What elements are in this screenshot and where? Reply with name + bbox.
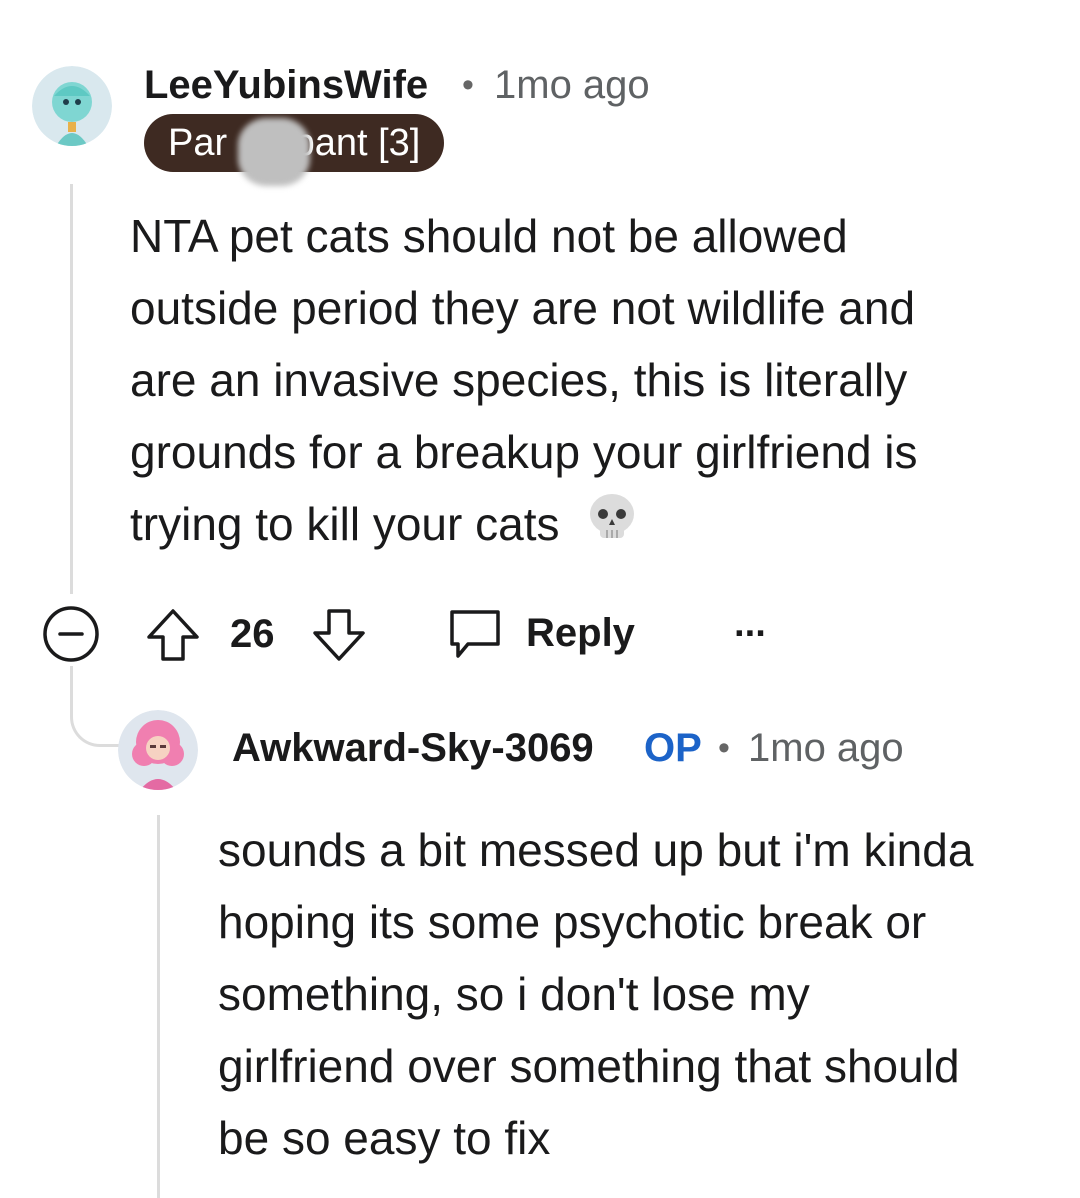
flair-text-left: Par [168,122,228,164]
comment-author[interactable]: LeeYubinsWife [144,63,428,108]
comment-line-4: grounds for a breakup your girlfriend is [130,426,918,478]
collapse-icon [43,606,99,662]
reply-line-4: girlfriend over something that should [218,1040,960,1092]
comment-body: NTA pet cats should not be allowed outsi… [130,200,1030,564]
comment-line-5: trying to kill your cats [130,488,1030,564]
op-badge: OP [644,726,702,770]
reply-icon [450,610,500,658]
skull-emoji [586,492,638,564]
reply-line-1: sounds a bit messed up but i'm kinda [218,824,974,876]
redaction-blur [238,118,310,186]
collapse-button[interactable] [41,604,101,664]
comment-line-5-text: trying to kill your cats [130,498,560,550]
reply-author[interactable]: Awkward-Sky-3069 [232,726,594,771]
reply-time: 1mo ago [748,726,904,770]
reply-line-3: something, so i don't lose my [218,968,810,1020]
avatar-awkward-sky-3069[interactable] [118,710,198,790]
reply-body: sounds a bit messed up but i'm kinda hop… [218,814,1068,1174]
thread-line-connector [70,666,121,747]
reply-button[interactable]: Reply [446,604,635,662]
comment-line-2: outside period they are not wildlife and [130,282,916,334]
comment-line-3: are an invasive species, this is literal… [130,354,908,406]
reply-line-2: hoping its some psychotic break or [218,896,927,948]
avatar-leeyubinswife[interactable] [32,66,112,146]
comment-line-1: NTA pet cats should not be allowed [130,210,848,262]
comment-time: 1mo ago [494,63,650,107]
more-options-button[interactable]: ··· [734,613,768,656]
downvote-button[interactable] [310,606,368,664]
upvote-button[interactable] [144,606,202,664]
upvote-icon [147,609,199,661]
thread-line-reply [157,815,160,1198]
separator-dot: • [462,66,474,104]
downvote-icon [313,609,365,661]
reply-line-5: be so easy to fix [218,1112,551,1164]
more-icon: ··· [734,613,768,655]
separator-dot-reply: • [718,729,730,767]
thread-line-top [70,184,73,594]
vote-count: 26 [230,612,275,656]
reply-label: Reply [526,610,635,655]
